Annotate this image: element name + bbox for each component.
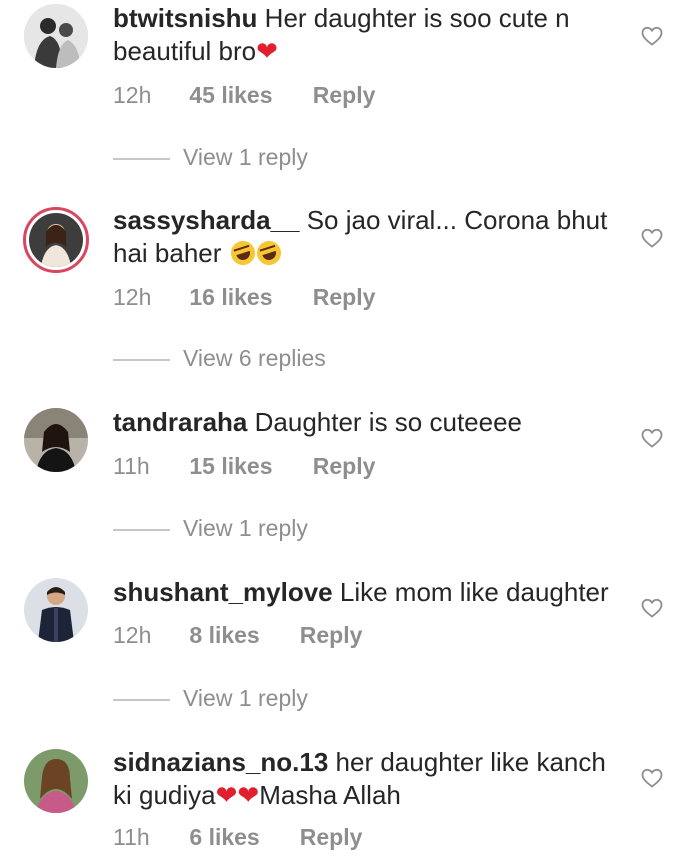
comment-text: tandraraha Daughter is so cuteeee <box>113 406 623 439</box>
comment-body-suffix: Masha Allah <box>259 780 401 810</box>
comment-likes[interactable]: 16 likes <box>189 284 306 311</box>
comment-likes[interactable]: 8 likes <box>189 622 293 649</box>
avatar[interactable] <box>23 207 89 273</box>
heart-outline-icon[interactable] <box>640 766 664 790</box>
view-replies-button[interactable]: View 1 reply <box>113 144 308 171</box>
comment-time: 11h <box>113 824 150 850</box>
reply-button[interactable]: Reply <box>300 824 363 851</box>
view-replies-label: View 1 reply <box>183 685 308 711</box>
red-heart-emoji: ❤ <box>215 780 238 810</box>
avatar-image <box>24 749 88 813</box>
comment-time: 12h <box>113 284 152 310</box>
comment-text: btwitsnishu Her daughter is soo cute n b… <box>113 2 623 68</box>
avatar-image <box>24 4 88 68</box>
comment-meta: 12h 16 likes Reply <box>113 284 375 311</box>
reply-button[interactable]: Reply <box>300 622 363 649</box>
avatar-image <box>24 408 88 472</box>
view-replies-button[interactable]: View 1 reply <box>113 685 308 712</box>
avatar[interactable] <box>24 4 88 68</box>
comment-meta: 12h 8 likes Reply <box>113 622 362 649</box>
comment-body: Like mom like daughter <box>339 577 609 607</box>
heart-outline-icon[interactable] <box>640 24 664 48</box>
comment-likes[interactable]: 45 likes <box>189 82 306 109</box>
comment-likes[interactable]: 6 likes <box>189 824 293 851</box>
reply-button[interactable]: Reply <box>313 82 376 109</box>
avatar-image <box>24 578 88 642</box>
rolling-laughing-emoji <box>227 237 258 269</box>
view-replies-label: View 6 replies <box>183 345 326 371</box>
divider-line <box>113 358 170 361</box>
comment-username[interactable]: tandraraha <box>113 407 247 437</box>
comment-time: 12h <box>113 622 152 648</box>
view-replies-label: View 1 reply <box>183 515 308 541</box>
divider-line <box>113 157 170 160</box>
heart-outline-icon[interactable] <box>640 426 664 450</box>
reply-button[interactable]: Reply <box>313 453 376 480</box>
comment-time: 11h <box>113 453 150 479</box>
comment-username[interactable]: sassysharda__ <box>113 205 299 235</box>
comment-text: shushant_mylove Like mom like daughter <box>113 576 623 609</box>
comment-text: sassysharda__ So jao viral... Corona bhu… <box>113 204 623 270</box>
rolling-laughing-emoji <box>253 237 284 269</box>
divider-line <box>113 528 170 531</box>
comment-time: 12h <box>113 82 152 108</box>
reply-button[interactable]: Reply <box>313 284 376 311</box>
comment-likes[interactable]: 15 likes <box>189 453 306 480</box>
view-replies-label: View 1 reply <box>183 144 308 170</box>
comment-meta: 12h 45 likes Reply <box>113 82 375 109</box>
comment-username[interactable]: shushant_mylove <box>113 577 333 607</box>
avatar-image <box>29 213 83 267</box>
comment-username[interactable]: sidnazians_no.13 <box>113 747 328 777</box>
avatar[interactable] <box>24 408 88 472</box>
comment-meta: 11h 15 likes Reply <box>113 453 375 480</box>
comment-meta: 11h 6 likes Reply <box>113 824 362 851</box>
heart-outline-icon[interactable] <box>640 226 664 250</box>
red-heart-emoji: ❤ <box>256 36 278 66</box>
comment-text: sidnazians_no.13 her daughter like kanch… <box>113 746 623 812</box>
view-replies-button[interactable]: View 6 replies <box>113 345 326 372</box>
divider-line <box>113 698 170 701</box>
avatar[interactable] <box>24 749 88 813</box>
comment-body: Daughter is so cuteeee <box>254 407 523 437</box>
comment-username[interactable]: btwitsnishu <box>113 3 257 33</box>
view-replies-button[interactable]: View 1 reply <box>113 515 308 542</box>
avatar[interactable] <box>24 578 88 642</box>
heart-outline-icon[interactable] <box>640 596 664 620</box>
red-heart-emoji: ❤ <box>237 780 260 810</box>
